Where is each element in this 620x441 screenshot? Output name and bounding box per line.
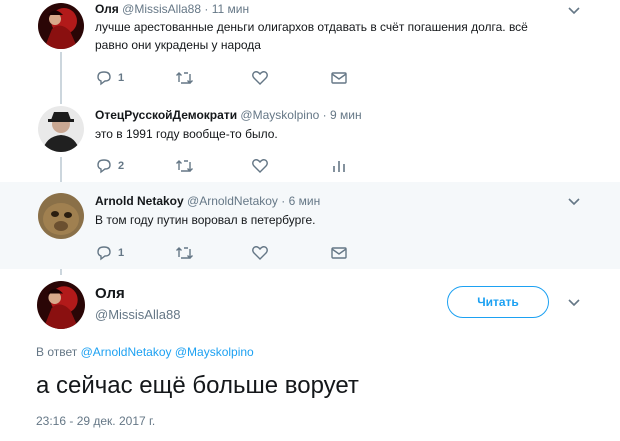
display-name[interactable]: ОтецРусскойДемократи <box>95 108 237 122</box>
reply-button[interactable]: 1 <box>95 69 124 87</box>
main-tweet-text: а сейчас ещё больше ворует <box>36 372 359 399</box>
dm-icon <box>331 72 347 84</box>
separator: · <box>281 194 286 208</box>
tweet-header: Arnold Netakoy @ArnoldNetakoy · 6 мин <box>95 194 320 208</box>
tweet-text-line: это в 1991 году вообще-то было. <box>95 127 278 141</box>
tweet-header: Оля @MissisAlla88 · 11 мин <box>95 2 249 16</box>
chevron-down-icon[interactable] <box>567 298 581 308</box>
follow-button[interactable]: Читать <box>447 286 549 318</box>
retweet-button[interactable] <box>175 69 195 87</box>
tweet-text: лучше арестованные деньги олигархов отда… <box>95 18 528 54</box>
separator: · <box>204 2 209 16</box>
timestamp[interactable]: 6 мин <box>289 194 321 208</box>
tweet-text: это в 1991 году вообще-то было. <box>95 125 278 143</box>
tweet-1[interactable]: Оля @MissisAlla88 · 11 мин лучше арестов… <box>0 0 620 98</box>
like-button[interactable] <box>251 69 269 87</box>
main-display-name[interactable]: Оля <box>95 285 125 302</box>
dm-button[interactable] <box>330 244 348 262</box>
avatar[interactable] <box>38 106 84 152</box>
like-button[interactable] <box>251 157 269 175</box>
tweet-actions: 1 <box>95 244 355 264</box>
reply-icon <box>97 246 111 261</box>
retweet-icon <box>176 72 193 84</box>
retweet-icon <box>176 160 193 172</box>
separator: · <box>322 108 327 122</box>
analytics-button[interactable] <box>330 157 348 175</box>
dm-icon <box>331 247 347 259</box>
analytics-icon <box>333 161 345 172</box>
reply-count: 1 <box>118 247 125 259</box>
tweet-actions: 1 <box>95 69 355 89</box>
avatar[interactable] <box>38 193 84 239</box>
main-timestamp[interactable]: 23:16 - 29 дек. 2017 г. <box>36 414 155 428</box>
reply-context: В ответ @ArnoldNetakoy @Mayskolpino <box>36 345 254 359</box>
retweet-icon <box>176 247 193 259</box>
user-handle[interactable]: @Mayskolpino <box>240 108 319 122</box>
avatar[interactable] <box>38 3 84 49</box>
tweet-text-line: В том году путин воровал в петербурге. <box>95 213 316 227</box>
retweet-button[interactable] <box>175 244 195 262</box>
avatar[interactable] <box>37 281 85 329</box>
mention-link[interactable]: @Mayskolpino <box>175 345 254 359</box>
tweet-text-line: лучше арестованные деньги олигархов отда… <box>95 20 528 34</box>
reply-count: 2 <box>118 160 125 172</box>
reply-icon <box>97 159 111 174</box>
reply-button[interactable]: 2 <box>95 157 124 175</box>
like-icon <box>252 246 268 260</box>
tweet-actions: 2 <box>95 157 355 177</box>
tweet-2[interactable]: ОтецРусскойДемократи @Mayskolpino · 9 ми… <box>0 98 620 182</box>
reply-button[interactable]: 1 <box>95 244 124 262</box>
like-button[interactable] <box>251 244 269 262</box>
dm-button[interactable] <box>330 69 348 87</box>
user-handle[interactable]: @ArnoldNetakoy <box>187 194 278 208</box>
main-user-handle[interactable]: @MissisAlla88 <box>95 307 180 322</box>
chevron-down-icon[interactable] <box>567 197 581 207</box>
user-handle[interactable]: @MissisAlla88 <box>122 2 201 16</box>
reply-prefix: В ответ <box>36 345 78 359</box>
like-icon <box>252 159 268 173</box>
reply-icon <box>97 71 111 86</box>
timestamp[interactable]: 9 мин <box>330 108 362 122</box>
like-icon <box>252 71 268 85</box>
tweet-header: ОтецРусскойДемократи @Mayskolpino · 9 ми… <box>95 108 362 122</box>
display-name[interactable]: Оля <box>95 2 119 16</box>
display-name[interactable]: Arnold Netakoy <box>95 194 184 208</box>
retweet-button[interactable] <box>175 157 195 175</box>
tweet-text-line: равно они украдены у народа <box>95 38 261 52</box>
chevron-down-icon[interactable] <box>567 6 581 16</box>
tweet-3[interactable]: Arnold Netakoy @ArnoldNetakoy · 6 мин В … <box>0 182 620 269</box>
timestamp[interactable]: 11 мин <box>212 2 249 16</box>
tweet-text: В том году путин воровал в петербурге. <box>95 211 315 229</box>
reply-count: 1 <box>118 72 125 84</box>
mention-link[interactable]: @ArnoldNetakoy <box>81 345 172 359</box>
